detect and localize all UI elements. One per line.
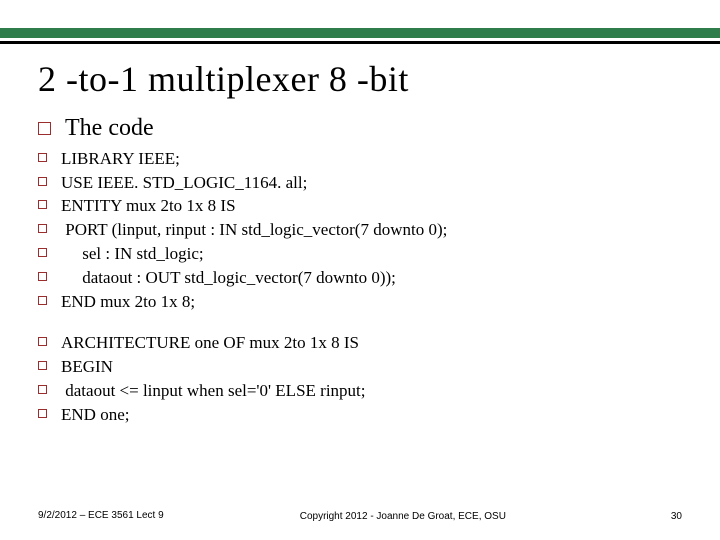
code-line: PORT (linput, rinput : IN std_logic_vect… — [38, 218, 682, 242]
slide-body: 2 -to-1 multiplexer 8 -bit The code LIBR… — [0, 44, 720, 427]
hollow-square-bullet-icon — [38, 337, 47, 346]
hollow-square-bullet-icon — [38, 385, 47, 394]
code-text: USE IEEE. STD_LOGIC_1164. all; — [61, 171, 307, 195]
code-text: PORT (linput, rinput : IN std_logic_vect… — [61, 218, 447, 242]
section-heading-row: The code — [38, 114, 682, 147]
slide-number: 30 — [642, 511, 682, 522]
code-text: sel : IN std_logic; — [61, 242, 204, 266]
hollow-square-bullet-icon — [38, 200, 47, 209]
slide-footer: 9/2/2012 – ECE 3561 Lect 9 Copyright 201… — [38, 510, 682, 522]
code-line: dataout : OUT std_logic_vector(7 downto … — [38, 266, 682, 290]
hollow-square-bullet-icon — [38, 272, 47, 281]
rule-green — [0, 28, 720, 38]
code-line: END mux 2to 1x 8; — [38, 290, 682, 314]
hollow-square-bullet-icon — [38, 248, 47, 257]
hollow-square-bullet-icon — [38, 153, 47, 162]
header-rule-group — [0, 0, 720, 44]
code-line: END one; — [38, 403, 682, 427]
code-block-1: LIBRARY IEEE; USE IEEE. STD_LOGIC_1164. … — [38, 147, 682, 314]
code-text: LIBRARY IEEE; — [61, 147, 180, 171]
hollow-square-bullet-icon — [38, 177, 47, 186]
code-text: ENTITY mux 2to 1x 8 IS — [61, 194, 236, 218]
code-text: END one; — [61, 403, 129, 427]
code-text: dataout : OUT std_logic_vector(7 downto … — [61, 266, 396, 290]
code-text: dataout <= linput when sel='0' ELSE rinp… — [61, 379, 366, 403]
hollow-square-bullet-icon — [38, 122, 51, 135]
footer-copyright: Copyright 2012 - Joanne De Groat, ECE, O… — [164, 511, 642, 522]
hollow-square-bullet-icon — [38, 224, 47, 233]
code-text: ARCHITECTURE one OF mux 2to 1x 8 IS — [61, 331, 359, 355]
code-line: dataout <= linput when sel='0' ELSE rinp… — [38, 379, 682, 403]
footer-date: 9/2/2012 – ECE 3561 Lect 9 — [38, 510, 164, 522]
code-line: ARCHITECTURE one OF mux 2to 1x 8 IS — [38, 331, 682, 355]
code-line: USE IEEE. STD_LOGIC_1164. all; — [38, 171, 682, 195]
code-line: ENTITY mux 2to 1x 8 IS — [38, 194, 682, 218]
code-text: END mux 2to 1x 8; — [61, 290, 195, 314]
section-heading: The code — [65, 114, 154, 143]
page-title: 2 -to-1 multiplexer 8 -bit — [38, 58, 682, 100]
code-block-2: ARCHITECTURE one OF mux 2to 1x 8 IS BEGI… — [38, 331, 682, 426]
hollow-square-bullet-icon — [38, 361, 47, 370]
hollow-square-bullet-icon — [38, 296, 47, 305]
code-line: LIBRARY IEEE; — [38, 147, 682, 171]
code-line: sel : IN std_logic; — [38, 242, 682, 266]
code-line: BEGIN — [38, 355, 682, 379]
hollow-square-bullet-icon — [38, 409, 47, 418]
code-text: BEGIN — [61, 355, 113, 379]
